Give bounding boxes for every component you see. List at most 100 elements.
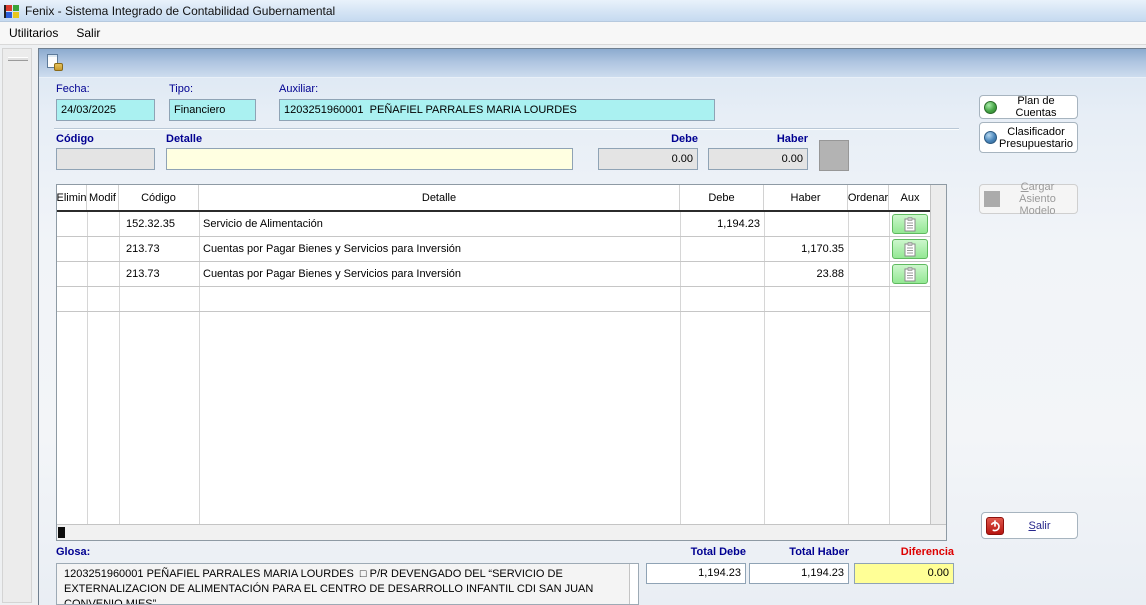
cell-haber (764, 287, 848, 311)
cell-haber (764, 212, 848, 236)
aux-button[interactable] (892, 214, 928, 234)
table-header-row: EliminModifCódigoDetalleDebeHaberOrdenar… (57, 185, 931, 212)
cell-haber: 1,170.35 (764, 237, 848, 261)
cell-debe (680, 237, 764, 261)
menu-bar: Utilitarios Salir (0, 22, 1146, 45)
cell-aux (889, 262, 931, 286)
cell-aux (889, 212, 931, 236)
gray-square-icon (984, 191, 1000, 207)
glosa-textarea[interactable]: 1203251960001 PEÑAFIEL PARRALES MARIA LO… (56, 563, 639, 605)
menu-utilitarios[interactable]: Utilitarios (0, 23, 67, 43)
debe-input[interactable]: 0.00 (598, 148, 698, 170)
clipboard-icon (904, 242, 916, 257)
column-header-codigo[interactable]: Código (119, 185, 199, 210)
table-row[interactable]: 213.73Cuentas por Pagar Bienes y Servici… (57, 237, 931, 262)
haber-label: Haber (708, 133, 808, 145)
cell-modif (87, 237, 119, 261)
diferencia-label: Diferencia (854, 546, 954, 558)
column-header-elimin[interactable]: Elimin (57, 185, 87, 210)
cell-elimin (57, 237, 87, 261)
cell-codigo: 213.73 (119, 237, 199, 261)
fecha-label: Fecha: (56, 83, 90, 95)
clasificador-presupuestario-button[interactable]: Clasificador Presupuestario (979, 122, 1078, 153)
auxiliar-field[interactable]: 1203251960001 PEÑAFIEL PARRALES MARIA LO… (279, 99, 715, 121)
fecha-field[interactable]: 24/03/2025 (56, 99, 155, 121)
cell-elimin (57, 287, 87, 311)
total-haber-label: Total Haber (749, 546, 849, 558)
tipo-field[interactable]: Financiero (169, 99, 256, 121)
cell-ordenar (848, 262, 889, 286)
total-debe-value: 1,194.23 (646, 563, 746, 584)
debe-label: Debe (598, 133, 698, 145)
green-sphere-icon (984, 101, 997, 114)
cell-detalle: Cuentas por Pagar Bienes y Servicios par… (199, 262, 680, 286)
haber-input[interactable]: 0.00 (708, 148, 808, 170)
title-bar: Fenix - Sistema Integrado de Contabilida… (0, 0, 1146, 22)
cell-modif (87, 287, 119, 311)
column-header-haber[interactable]: Haber (764, 185, 848, 210)
cell-codigo: 152.32.35 (119, 212, 199, 236)
power-icon (986, 517, 1004, 535)
column-header-modif[interactable]: Modif (87, 185, 119, 210)
column-header-debe[interactable]: Debe (680, 185, 764, 210)
cell-haber: 23.88 (764, 262, 848, 286)
total-haber-value: 1,194.23 (749, 563, 849, 584)
window-title: Fenix - Sistema Integrado de Contabilida… (25, 4, 335, 18)
cell-detalle: Cuentas por Pagar Bienes y Servicios par… (199, 237, 680, 261)
cell-codigo (119, 287, 199, 311)
cell-debe (680, 287, 764, 311)
cargar-asiento-modelo-button[interactable]: Cargar Asiento Modelo (979, 184, 1078, 214)
table-row[interactable]: 152.32.35Servicio de Alimentación1,194.2… (57, 212, 931, 237)
salir-button[interactable]: Salir (981, 512, 1078, 539)
clipboard-icon (904, 217, 916, 232)
salir-label: Salir (1006, 520, 1073, 532)
codigo-label: Código (56, 133, 94, 145)
application-window: Fenix - Sistema Integrado de Contabilida… (0, 0, 1146, 605)
glosa-label: Glosa: (56, 546, 90, 558)
splitter-grip-icon (8, 57, 28, 61)
codigo-input[interactable] (56, 148, 155, 170)
clipboard-icon (904, 267, 916, 282)
column-header-aux[interactable]: Aux (889, 185, 931, 210)
entries-table: EliminModifCódigoDetalleDebeHaberOrdenar… (56, 184, 947, 541)
cargar-asiento-label: Cargar Asiento Modelo (1002, 181, 1073, 217)
detalle-input[interactable] (166, 148, 573, 170)
copy-document-icon[interactable] (46, 54, 64, 72)
diferencia-value: 0.00 (854, 563, 954, 584)
cell-elimin (57, 212, 87, 236)
side-splitter[interactable] (2, 48, 32, 603)
tipo-label: Tipo: (169, 83, 193, 95)
windows-logo-icon (4, 3, 20, 19)
cell-aux (889, 287, 931, 311)
cell-debe (680, 262, 764, 286)
column-header-ordenar[interactable]: Ordenar (848, 185, 889, 210)
cell-modif (87, 212, 119, 236)
cell-debe: 1,194.23 (680, 212, 764, 236)
cell-ordenar (848, 287, 889, 311)
cell-ordenar (848, 237, 889, 261)
horizontal-scrollbar[interactable] (57, 524, 946, 540)
cell-detalle (199, 287, 680, 311)
table-grid: EliminModifCódigoDetalleDebeHaberOrdenar… (57, 185, 931, 524)
menu-salir[interactable]: Salir (67, 23, 109, 43)
clasificador-label: Clasificador Presupuestario (999, 126, 1073, 150)
separator-line (54, 128, 959, 130)
cell-aux (889, 237, 931, 261)
cell-elimin (57, 262, 87, 286)
table-row-empty (57, 287, 931, 312)
detalle-label: Detalle (166, 133, 202, 145)
aux-button[interactable] (892, 264, 928, 284)
cell-detalle: Servicio de Alimentación (199, 212, 680, 236)
plan-de-cuentas-button[interactable]: Plan de Cuentas (979, 95, 1078, 119)
cell-ordenar (848, 212, 889, 236)
auxiliar-label: Auxiliar: (279, 83, 318, 95)
table-row[interactable]: 213.73Cuentas por Pagar Bienes y Servici… (57, 262, 931, 287)
glosa-scrollbar[interactable] (629, 564, 638, 604)
gray-square-button[interactable] (819, 140, 849, 171)
panel-toolbar (39, 49, 1146, 78)
vertical-scrollbar[interactable] (930, 185, 946, 524)
aux-button[interactable] (892, 239, 928, 259)
column-header-detalle[interactable]: Detalle (199, 185, 680, 210)
plan-de-cuentas-label: Plan de Cuentas (999, 95, 1073, 119)
scrollbar-thumb[interactable] (58, 527, 65, 538)
